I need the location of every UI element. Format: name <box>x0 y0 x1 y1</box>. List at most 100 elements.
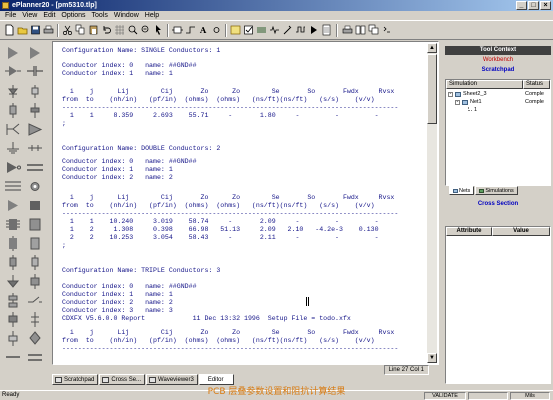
driver-icon[interactable] <box>3 159 23 176</box>
tab-nets[interactable]: Nets <box>449 186 475 195</box>
tab-editor[interactable]: Editor <box>198 374 234 385</box>
tab-waveviewer[interactable]: Waveviewer3 <box>146 374 198 385</box>
zoom-out-icon[interactable] <box>140 24 151 36</box>
menu-window[interactable]: Window <box>111 11 142 20</box>
scratchpad-link[interactable]: Scratchpad <box>445 66 551 75</box>
menu-help[interactable]: Help <box>142 11 162 20</box>
bus-icon[interactable] <box>25 349 45 366</box>
new-file-icon[interactable] <box>4 24 15 36</box>
maximize-button[interactable]: □ <box>528 1 539 10</box>
code-line: 1 1 10.240 3.019 58.74 - 2.09 - - - <box>62 218 379 225</box>
editor-text-area[interactable]: Configuration Name: SINGLE Conductors: 1… <box>54 43 427 365</box>
tree-row-item[interactable]: 1 <box>446 107 550 114</box>
transistor-icon[interactable] <box>3 121 23 138</box>
series-r-icon[interactable] <box>3 254 23 271</box>
terminator-icon[interactable] <box>3 235 23 252</box>
wire-icon[interactable] <box>185 24 196 36</box>
save-icon[interactable] <box>30 24 41 36</box>
checkbox-icon[interactable] <box>243 24 254 36</box>
source-icon[interactable] <box>25 121 45 138</box>
menu-edit[interactable]: Edit <box>40 11 58 20</box>
impedance-icon[interactable] <box>269 24 280 36</box>
tree-label: Net1 <box>470 99 482 105</box>
copy-icon[interactable] <box>75 24 86 36</box>
tree-row-sheet[interactable]: - Sheet2_3 Comple <box>446 91 550 98</box>
zoom-in-icon[interactable] <box>127 24 138 36</box>
simulation-column-header[interactable]: Simulation <box>446 80 523 89</box>
pad-icon[interactable] <box>25 197 45 214</box>
status-column-header[interactable]: Status <box>523 80 550 89</box>
tree-row-net[interactable]: - Net1 Comple <box>446 99 550 106</box>
lossy-line-icon[interactable] <box>3 330 23 347</box>
capacitor-icon[interactable] <box>25 63 45 80</box>
menu-options[interactable]: Options <box>58 11 88 20</box>
power-icon[interactable] <box>3 273 23 290</box>
buffer-icon[interactable] <box>3 63 23 80</box>
resistor-v-icon[interactable] <box>3 102 23 119</box>
component-icon[interactable] <box>172 24 183 36</box>
menu-tools[interactable]: Tools <box>89 11 111 20</box>
rlc-icon[interactable] <box>25 273 45 290</box>
menu-file[interactable]: File <box>2 11 19 20</box>
network-icon[interactable] <box>3 292 23 309</box>
switch-icon[interactable] <box>25 292 45 309</box>
cascade-windows-icon[interactable] <box>368 24 379 36</box>
jumper-icon[interactable] <box>25 311 45 328</box>
simulate-icon[interactable] <box>308 24 319 36</box>
tab-scratchpad[interactable]: Scratchpad <box>52 374 99 385</box>
stack-icon[interactable] <box>256 24 267 36</box>
open-folder-icon[interactable] <box>17 24 28 36</box>
transmission-line-icon[interactable] <box>25 159 45 176</box>
marker-icon[interactable] <box>25 330 45 347</box>
probe-icon[interactable] <box>282 24 293 36</box>
print-icon[interactable] <box>43 24 54 36</box>
undo-icon[interactable] <box>101 24 112 36</box>
via-icon[interactable] <box>25 178 45 195</box>
ic-icon[interactable] <box>25 216 45 233</box>
editor-pane[interactable]: Configuration Name: SINGLE Conductors: 1… <box>52 41 439 365</box>
diode-icon[interactable] <box>3 83 23 100</box>
waveform-icon[interactable] <box>295 24 306 36</box>
pin-icon[interactable] <box>211 24 222 36</box>
simulation-tree-panel: Simulation Status - Sheet2_3 Comple - Ne… <box>445 79 551 186</box>
close-button[interactable]: × <box>540 1 551 10</box>
workbench-link[interactable]: Workbench <box>445 56 551 65</box>
tab-simulations[interactable]: Simulations <box>475 186 518 195</box>
attribute-column-header[interactable]: Attribute <box>446 227 492 236</box>
tab-label: Simulations <box>485 187 514 194</box>
expand-minus-icon[interactable]: - <box>448 92 453 97</box>
coupled-line-icon[interactable] <box>3 178 23 195</box>
select-arrow-icon[interactable] <box>3 44 23 61</box>
cross-section-link[interactable]: Cross Section <box>445 200 551 209</box>
tab-cross-section[interactable]: Cross Se... <box>99 374 146 385</box>
minimize-button[interactable]: _ <box>516 1 527 10</box>
ferrite-icon[interactable] <box>3 311 23 328</box>
editor-vertical-scrollbar[interactable]: ▲ ▼ <box>427 43 437 363</box>
grid-icon[interactable] <box>114 24 125 36</box>
report-icon[interactable] <box>321 24 332 36</box>
arrow-icon[interactable] <box>153 24 164 36</box>
tile-windows-icon[interactable] <box>355 24 366 36</box>
resistor-h-icon[interactable] <box>25 102 45 119</box>
ground-icon[interactable] <box>3 140 23 157</box>
scroll-thumb[interactable] <box>427 54 437 124</box>
package-icon[interactable] <box>3 216 23 233</box>
help-icon[interactable] <box>381 24 392 36</box>
pullup-icon[interactable] <box>25 235 45 252</box>
shunt-c-icon[interactable] <box>25 254 45 271</box>
net-label-icon[interactable] <box>3 349 23 366</box>
layer-icon[interactable] <box>230 24 241 36</box>
connector-icon[interactable] <box>25 140 45 157</box>
text-icon[interactable]: A <box>198 24 209 36</box>
print-preview-icon[interactable] <box>342 24 353 36</box>
move-arrow-icon[interactable] <box>25 44 45 61</box>
receiver-icon[interactable] <box>3 197 23 214</box>
menu-view[interactable]: View <box>19 11 40 20</box>
scroll-down-icon[interactable]: ▼ <box>427 353 437 363</box>
cut-icon[interactable] <box>62 24 73 36</box>
paste-icon[interactable] <box>88 24 99 36</box>
scroll-up-icon[interactable]: ▲ <box>427 43 437 53</box>
value-column-header[interactable]: Value <box>492 227 550 236</box>
expand-minus-icon[interactable]: - <box>455 100 460 105</box>
inductor-icon[interactable] <box>25 83 45 100</box>
